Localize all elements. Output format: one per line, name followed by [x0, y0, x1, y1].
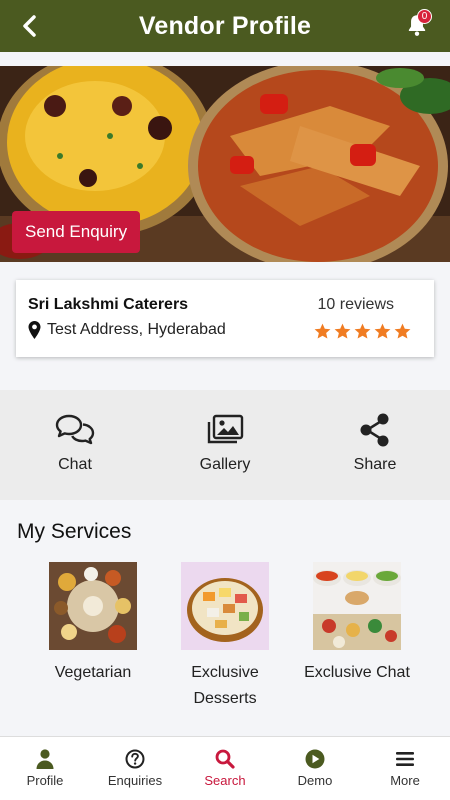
desserts-thumbnail — [181, 562, 269, 650]
vendor-name: Sri Lakshmi Caterers — [28, 296, 189, 313]
bottom-navigation: Profile Enquiries Search Demo More — [0, 736, 450, 800]
nav-enquiries[interactable]: Enquiries — [90, 737, 180, 800]
share-button[interactable]: Share — [300, 390, 450, 500]
play-icon — [305, 749, 325, 769]
nav-profile[interactable]: Profile — [0, 737, 90, 800]
gallery-button[interactable]: Gallery — [150, 390, 300, 500]
star-icon — [354, 323, 371, 339]
nav-more-label: More — [390, 773, 420, 788]
star-icon — [334, 323, 351, 339]
share-label: Share — [353, 456, 397, 473]
question-icon — [125, 749, 145, 769]
vendor-address: Test Address, Hyderabad — [47, 321, 226, 338]
service-vegetarian[interactable]: Vegetarian — [33, 562, 153, 686]
chat-button[interactable]: Chat — [0, 390, 150, 500]
vendor-actions-bar: Chat Gallery Share — [0, 390, 450, 500]
service-label: Exclusive Desserts — [191, 664, 259, 707]
vendor-info-card: Sri Lakshmi Caterers Test Address, Hyder… — [16, 280, 434, 357]
nav-demo[interactable]: Demo — [270, 737, 360, 800]
notification-badge: 0 — [417, 9, 432, 24]
nav-search[interactable]: Search — [180, 737, 270, 800]
user-icon — [36, 749, 54, 769]
nav-search-label: Search — [204, 773, 246, 788]
gallery-label: Gallery — [199, 456, 251, 473]
rating-stars — [313, 322, 412, 341]
app-header: Vendor Profile 0 — [0, 0, 450, 52]
vegetarian-thumbnail — [49, 562, 137, 650]
service-exclusive-chat[interactable]: Exclusive Chat — [297, 562, 417, 686]
chat-label: Chat — [58, 456, 92, 473]
search-icon — [215, 749, 235, 769]
reviews-count[interactable]: 10 reviews — [318, 296, 394, 314]
service-label: Vegetarian — [54, 664, 132, 681]
menu-icon — [396, 752, 414, 766]
location-pin-icon — [28, 321, 41, 339]
nav-enquiries-label: Enquiries — [107, 773, 163, 788]
service-exclusive-desserts[interactable]: Exclusive Desserts — [165, 562, 285, 712]
share-icon — [360, 413, 389, 447]
service-label: Exclusive Chat — [304, 664, 410, 681]
nav-demo-label: Demo — [297, 773, 333, 788]
back-button[interactable] — [14, 10, 46, 42]
nav-profile-label: Profile — [26, 773, 64, 788]
chat-icon — [55, 414, 95, 445]
back-arrow-icon — [23, 15, 36, 37]
services-heading: My Services — [17, 520, 132, 543]
star-icon — [374, 323, 391, 339]
send-enquiry-button[interactable]: Send Enquiry — [12, 211, 141, 253]
vendor-address-row: Test Address, Hyderabad — [28, 321, 226, 339]
nav-more[interactable]: More — [360, 737, 450, 800]
gallery-icon — [207, 414, 244, 444]
star-icon — [314, 323, 331, 339]
star-icon — [394, 323, 411, 339]
page-title: Vendor Profile — [138, 11, 312, 40]
chaat-thumbnail — [313, 562, 401, 650]
